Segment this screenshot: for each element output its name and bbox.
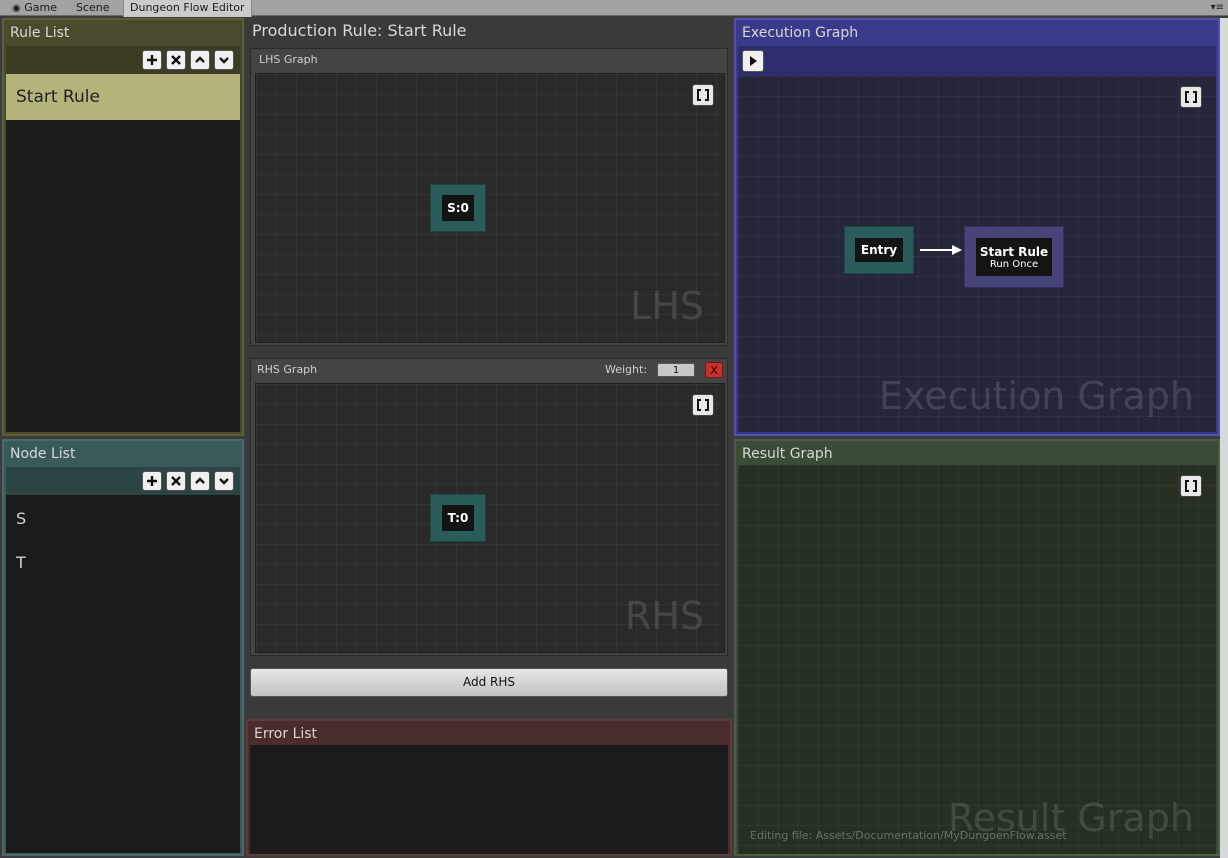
cross-icon <box>171 476 181 486</box>
result-graph-canvas[interactable]: Result Graph Editing file: Assets/Docume… <box>738 465 1216 854</box>
move-node-down-button[interactable] <box>214 471 234 491</box>
lhs-frame-button[interactable] <box>692 84 714 106</box>
game-controller-icon: ◉ <box>12 3 21 14</box>
node-list-item[interactable]: S <box>6 497 240 541</box>
tab-scene[interactable]: Scene <box>70 0 116 16</box>
chevron-down-icon <box>219 478 229 485</box>
frame-all-icon <box>1185 480 1197 492</box>
error-list-body <box>250 745 728 854</box>
rhs-graph-canvas[interactable]: T:0 RHS <box>255 383 725 653</box>
rule-list-toolbar <box>6 46 240 74</box>
run-execution-button[interactable] <box>742 50 764 72</box>
move-rule-down-button[interactable] <box>214 50 234 70</box>
rhs-graph-section: RHS Graph Weight: 1 X T:0 RHS <box>250 358 728 656</box>
execution-link-arrow <box>920 245 962 255</box>
execution-graph-canvas[interactable]: Entry Start Rule Run Once Execution Grap… <box>738 76 1216 432</box>
rule-list-body: Start Rule <box>6 74 240 432</box>
error-list-panel: Error List <box>246 719 732 856</box>
node-list-title: Node List <box>10 446 76 462</box>
plus-icon <box>147 476 157 486</box>
rhs-weight-field[interactable]: 1 <box>657 363 695 377</box>
lhs-node-s0[interactable]: S:0 <box>430 184 486 232</box>
move-rule-up-button[interactable] <box>190 50 210 70</box>
execution-frame-button[interactable] <box>1180 86 1202 108</box>
rule-list-panel: Rule List Start Rule <box>2 18 244 436</box>
chevron-down-icon <box>219 57 229 64</box>
lhs-graph-section: LHS Graph S:0 LHS <box>250 48 728 346</box>
lhs-graph-canvas[interactable]: S:0 LHS <box>255 73 725 343</box>
rhs-frame-button[interactable] <box>692 394 714 416</box>
window-right-edge <box>1220 18 1228 858</box>
execution-node-start-rule[interactable]: Start Rule Run Once <box>964 226 1064 288</box>
execution-node-entry[interactable]: Entry <box>844 226 914 274</box>
lhs-graph-label: LHS Graph <box>259 53 318 66</box>
play-icon <box>750 56 757 66</box>
add-rhs-button[interactable]: Add RHS <box>250 668 728 697</box>
remove-node-button[interactable] <box>166 471 186 491</box>
entry-node-label: Entry <box>855 238 903 262</box>
rhs-weight-label: Weight: <box>605 363 648 376</box>
remove-rhs-button[interactable]: X <box>705 362 723 378</box>
rule-list-item[interactable]: Start Rule <box>6 74 240 120</box>
execution-toolbar <box>738 46 1216 76</box>
tab-dungeon-flow-editor[interactable]: Dungeon Flow Editor <box>123 0 252 17</box>
frame-all-icon <box>1185 91 1197 103</box>
editing-file-status: Editing file: Assets/Documentation/MyDun… <box>750 829 1067 842</box>
chevron-up-icon <box>195 477 205 484</box>
execution-graph-panel: Execution Graph Entry Start Rule Run Onc… <box>734 18 1220 436</box>
plus-icon <box>147 55 157 65</box>
add-rule-button[interactable] <box>142 50 162 70</box>
execution-watermark: Execution Graph <box>878 374 1194 418</box>
rhs-graph-label: RHS Graph <box>257 363 318 376</box>
move-node-up-button[interactable] <box>190 471 210 491</box>
node-list-panel: Node List S T <box>2 439 244 856</box>
rule-list-title: Rule List <box>10 25 70 41</box>
rhs-node-t0[interactable]: T:0 <box>430 494 486 542</box>
start-rule-node-sublabel: Run Once <box>989 258 1039 270</box>
window-tab-bar: ◉ Game Scene Dungeon Flow Editor ▾≡ <box>0 0 1228 17</box>
production-rule-panel: Production Rule: Start Rule LHS Graph S:… <box>246 18 732 718</box>
frame-all-icon <box>697 399 709 411</box>
lhs-node-label: S:0 <box>442 195 474 221</box>
node-list-item[interactable]: T <box>6 541 240 585</box>
node-list-toolbar <box>6 467 240 495</box>
result-graph-title: Result Graph <box>742 446 833 462</box>
node-list-body: S T <box>6 495 240 853</box>
rhs-node-label: T:0 <box>442 505 474 531</box>
frame-all-icon <box>697 89 709 101</box>
start-rule-node-label: Start Rule <box>979 244 1049 259</box>
remove-rule-button[interactable] <box>166 50 186 70</box>
rhs-watermark: RHS <box>624 594 704 638</box>
tab-menu-icon[interactable]: ▾≡ <box>1211 0 1224 16</box>
production-rule-title: Production Rule: Start Rule <box>252 21 467 40</box>
chevron-up-icon <box>195 56 205 63</box>
error-list-title: Error List <box>254 726 318 742</box>
start-rule-node-body: Start Rule Run Once <box>976 238 1052 276</box>
result-graph-panel: Result Graph Result Graph Editing file: … <box>734 439 1220 856</box>
cross-icon <box>171 55 181 65</box>
lhs-watermark: LHS <box>630 284 704 328</box>
execution-graph-title: Execution Graph <box>742 25 859 41</box>
result-frame-button[interactable] <box>1180 475 1202 497</box>
tab-game[interactable]: ◉ Game <box>6 0 63 16</box>
add-node-button[interactable] <box>142 471 162 491</box>
